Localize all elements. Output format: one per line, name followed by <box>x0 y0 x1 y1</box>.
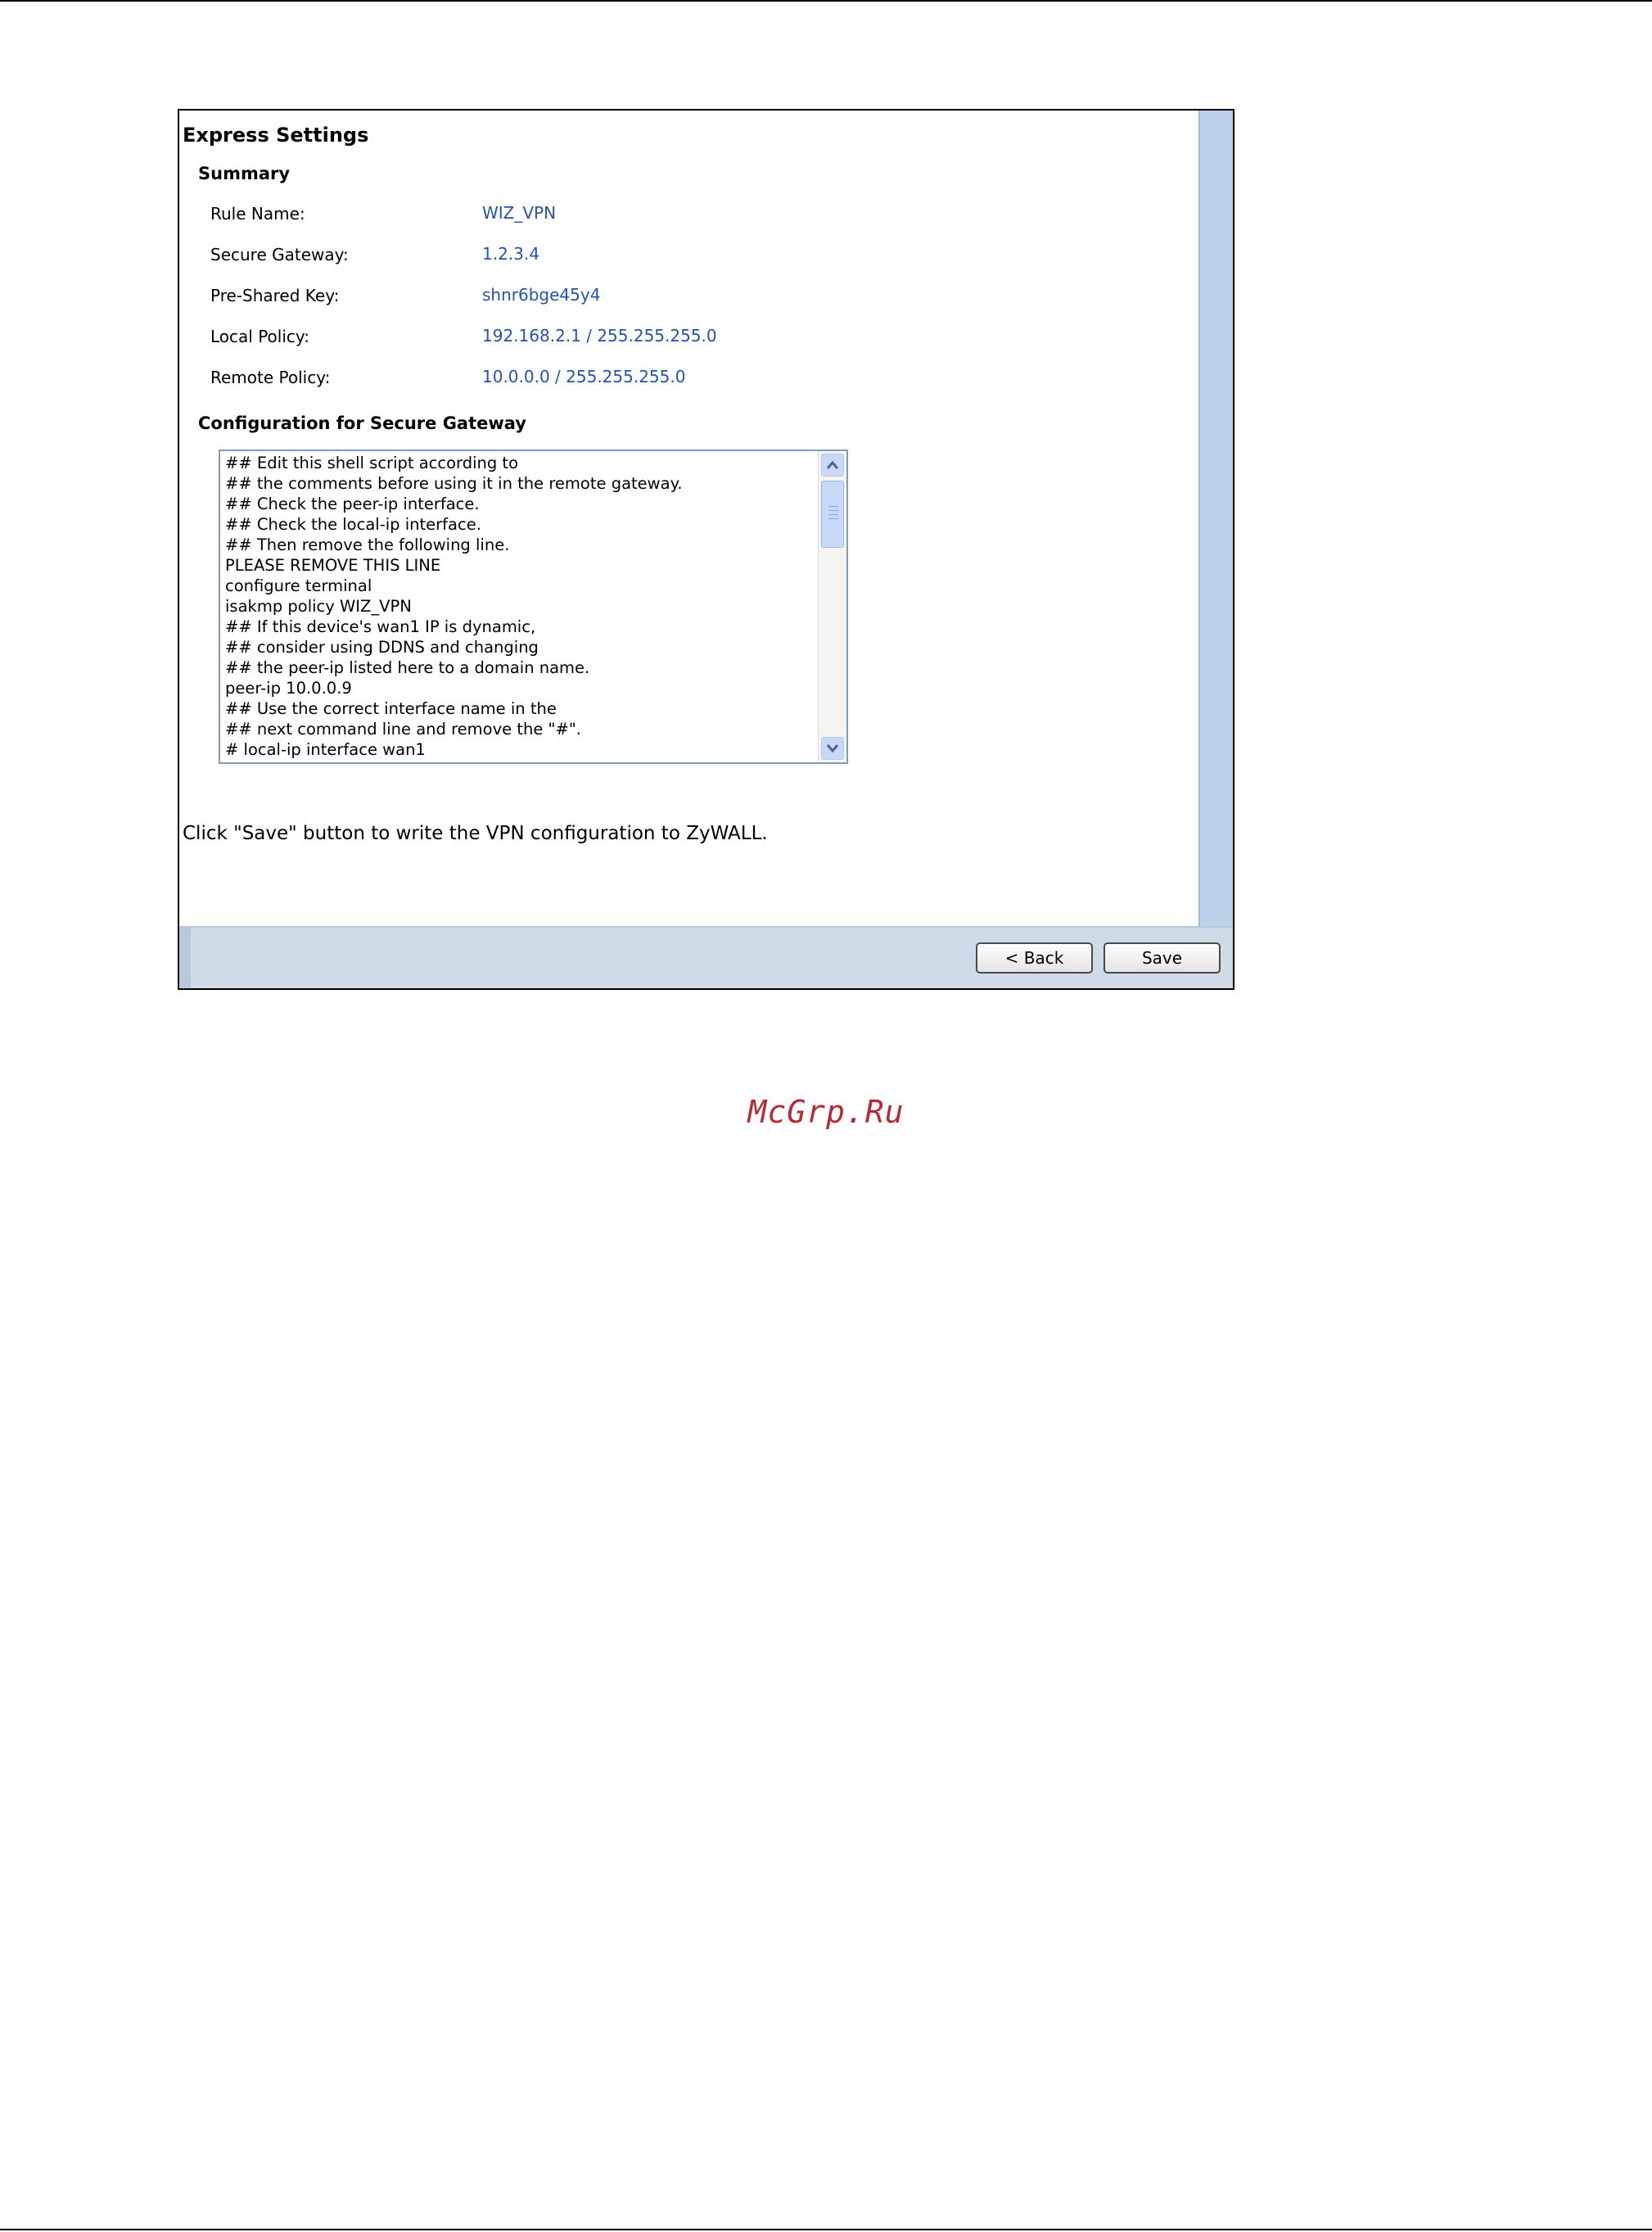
rule-name-value: WIZ_VPN <box>482 203 557 223</box>
thumb-grip-line <box>828 514 838 515</box>
summary-heading: Summary <box>198 164 291 183</box>
secure-gateway-label: Secure Gateway: <box>210 245 349 264</box>
scroll-thumb[interactable] <box>821 481 844 548</box>
rule-name-label: Rule Name: <box>210 204 305 224</box>
page-bottom-rule <box>0 2229 1652 2230</box>
pre-shared-key-label: Pre-Shared Key: <box>210 286 340 305</box>
page-top-rule <box>0 0 1652 2</box>
script-scrollbar[interactable] <box>818 451 846 762</box>
dialog-button-bar: < Back Save <box>179 926 1233 988</box>
dialog-right-rail <box>1198 111 1233 926</box>
scroll-down-button[interactable] <box>821 737 844 760</box>
chevron-down-icon <box>826 744 839 753</box>
pre-shared-key-value: shnr6bge45y4 <box>482 285 601 305</box>
scroll-up-button[interactable] <box>821 454 844 477</box>
save-button[interactable]: Save <box>1104 942 1221 974</box>
local-policy-label: Local Policy: <box>210 327 310 346</box>
remote-policy-value: 10.0.0.0 / 255.255.255.0 <box>482 367 686 386</box>
config-script-text[interactable]: ## Edit this shell script according to #… <box>225 453 815 760</box>
thumb-grip-line <box>828 518 838 519</box>
button-bar-left-strip <box>179 928 191 988</box>
chevron-up-icon <box>826 460 839 469</box>
config-script-textarea[interactable]: ## Edit this shell script according to #… <box>219 450 848 764</box>
page-title: Express Settings <box>183 124 369 147</box>
back-button[interactable]: < Back <box>976 942 1093 974</box>
config-heading: Configuration for Secure Gateway <box>198 413 526 433</box>
express-settings-dialog: Express Settings Summary Rule Name: WIZ_… <box>178 109 1234 990</box>
local-policy-value: 192.168.2.1 / 255.255.255.0 <box>482 326 717 346</box>
thumb-grip-line <box>828 506 838 507</box>
watermark-text: McGrp.Ru <box>747 1094 905 1130</box>
save-instruction-text: Click "Save" button to write the VPN con… <box>183 823 768 844</box>
secure-gateway-value: 1.2.3.4 <box>482 244 539 264</box>
remote-policy-label: Remote Policy: <box>210 368 331 387</box>
thumb-grip-line <box>828 510 838 511</box>
